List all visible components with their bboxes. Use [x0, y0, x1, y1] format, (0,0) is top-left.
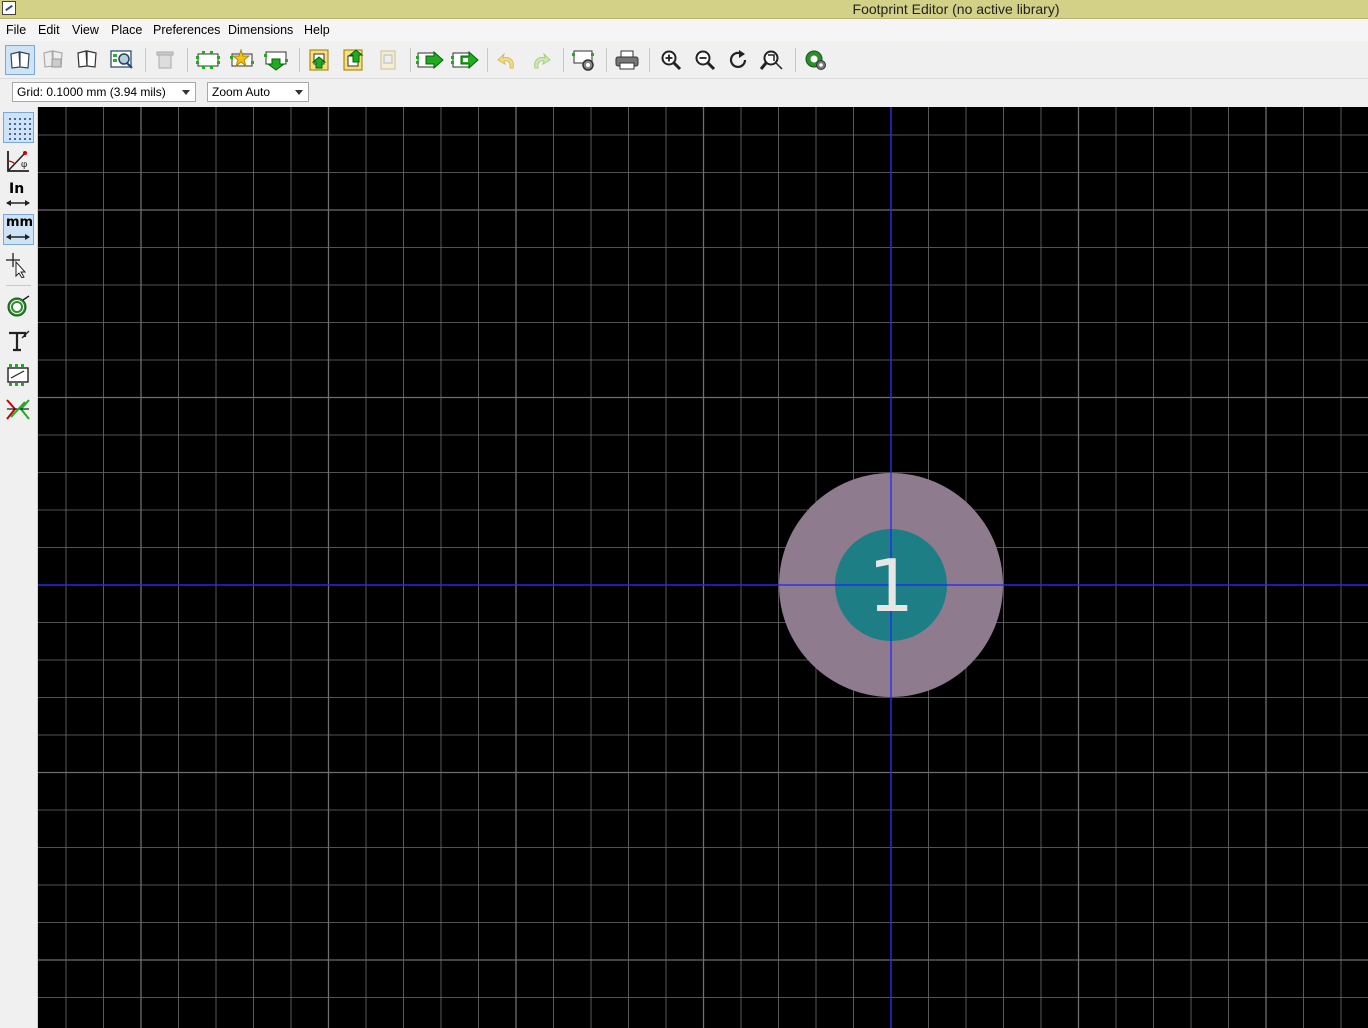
footprint-wizard-icon [230, 49, 254, 68]
pad-sketch-icon [7, 295, 30, 317]
zoom-out-icon [695, 50, 716, 71]
new-footprint-icon [196, 51, 220, 69]
insert-board-button[interactable] [373, 45, 403, 75]
units-inch-label: In [9, 181, 25, 197]
grid-toggle-icon [9, 118, 31, 140]
update-board-button[interactable] [450, 45, 480, 75]
polar-coords-button[interactable]: φ [3, 146, 34, 177]
zoom-fit-button[interactable] [757, 45, 787, 75]
update-board-icon [451, 50, 479, 70]
canvas-grid: 1 [38, 107, 1368, 1028]
insert-board-icon [380, 50, 396, 70]
pad-number-label: 1 [868, 544, 914, 628]
chevron-down-icon [295, 90, 303, 95]
delete-icon [156, 51, 174, 69]
print-icon [615, 50, 639, 70]
load-from-board-button[interactable] [261, 45, 291, 75]
zoom-fit-icon [760, 50, 783, 70]
menu-edit[interactable]: Edit [38, 22, 60, 38]
chevron-down-icon [182, 90, 190, 95]
load-from-board-icon [264, 51, 288, 71]
grid-toggle-button[interactable] [3, 112, 34, 143]
undo-button[interactable] [492, 45, 522, 75]
footprint-properties-button[interactable] [569, 45, 599, 75]
export-footprint-button[interactable] [339, 45, 369, 75]
zoom-select-value: Zoom Auto [212, 85, 271, 99]
save-library-button[interactable] [39, 45, 69, 75]
redo-icon [534, 52, 551, 69]
load-into-board-icon [416, 50, 444, 70]
print-button[interactable] [612, 45, 642, 75]
kicad-app-icon[interactable] [2, 1, 16, 15]
library-browser-button[interactable] [107, 45, 137, 75]
import-footprint-icon [309, 49, 329, 71]
polar-coords-icon: φ [7, 151, 29, 172]
zoom-select[interactable]: Zoom Auto [207, 82, 309, 102]
cursor-shape-button[interactable] [3, 249, 34, 280]
import-footprint-button[interactable] [305, 45, 335, 75]
zoom-in-button[interactable] [656, 45, 686, 75]
high-contrast-button[interactable] [3, 394, 34, 425]
units-mm-button[interactable]: mm [3, 214, 34, 245]
grid-select-value: Grid: 0.1000 mm (3.94 mils) [17, 85, 166, 99]
title-bar: Footprint Editor (no active library) [0, 0, 1368, 19]
svg-text:φ: φ [21, 160, 27, 170]
redraw-icon [729, 50, 747, 69]
grid-select[interactable]: Grid: 0.1000 mm (3.94 mils) [12, 82, 196, 102]
new-library-icon [77, 50, 97, 68]
load-into-board-button[interactable] [415, 45, 445, 75]
select-library-icon [10, 51, 30, 69]
new-library-button[interactable] [73, 45, 103, 75]
undo-icon [497, 52, 514, 69]
select-library-button[interactable] [5, 45, 35, 75]
units-mm-label: mm [6, 215, 34, 230]
cursor-shape-icon [6, 253, 27, 278]
menu-help[interactable]: Help [304, 22, 330, 38]
menu-bar: File Edit View Place Preferences Dimensi… [0, 19, 1368, 41]
units-inch-button[interactable]: In [3, 180, 34, 211]
redraw-button[interactable] [724, 45, 754, 75]
pad-settings-button[interactable] [801, 45, 831, 75]
pad-settings-icon [805, 50, 826, 70]
footprint-properties-icon [572, 50, 594, 71]
library-browser-icon [110, 50, 133, 69]
redo-button[interactable] [526, 45, 556, 75]
zoom-out-button[interactable] [690, 45, 720, 75]
delete-footprint-button[interactable] [150, 45, 180, 75]
zoom-in-icon [661, 50, 682, 71]
new-footprint-button[interactable] [193, 45, 223, 75]
text-sketch-button[interactable] [3, 326, 34, 357]
text-sketch-icon [9, 330, 30, 352]
high-contrast-icon [6, 399, 30, 420]
menu-file[interactable]: File [6, 22, 26, 38]
secondary-toolbar: Grid: 0.1000 mm (3.94 mils) Zoom Auto [0, 79, 1368, 106]
menu-preferences[interactable]: Preferences [153, 22, 220, 38]
grid-lines [38, 107, 1368, 1028]
drawing-canvas[interactable]: 1 [38, 107, 1368, 1028]
left-toolbar: φ In mm [0, 107, 38, 1028]
menu-view[interactable]: View [72, 22, 99, 38]
footprint-sketch-icon [7, 364, 29, 386]
save-library-icon [43, 50, 63, 68]
pad-sketch-button[interactable] [3, 292, 34, 323]
menu-dimensions[interactable]: Dimensions [228, 22, 293, 38]
units-inch-icon [6, 200, 30, 206]
window-title: Footprint Editor (no active library) [852, 1, 1060, 17]
units-mm-icon [6, 234, 30, 240]
main-toolbar [0, 41, 1368, 79]
menu-place[interactable]: Place [111, 22, 142, 38]
export-footprint-icon [343, 49, 364, 71]
footprint-sketch-button[interactable] [3, 360, 34, 391]
footprint-wizard-button[interactable] [227, 45, 257, 75]
